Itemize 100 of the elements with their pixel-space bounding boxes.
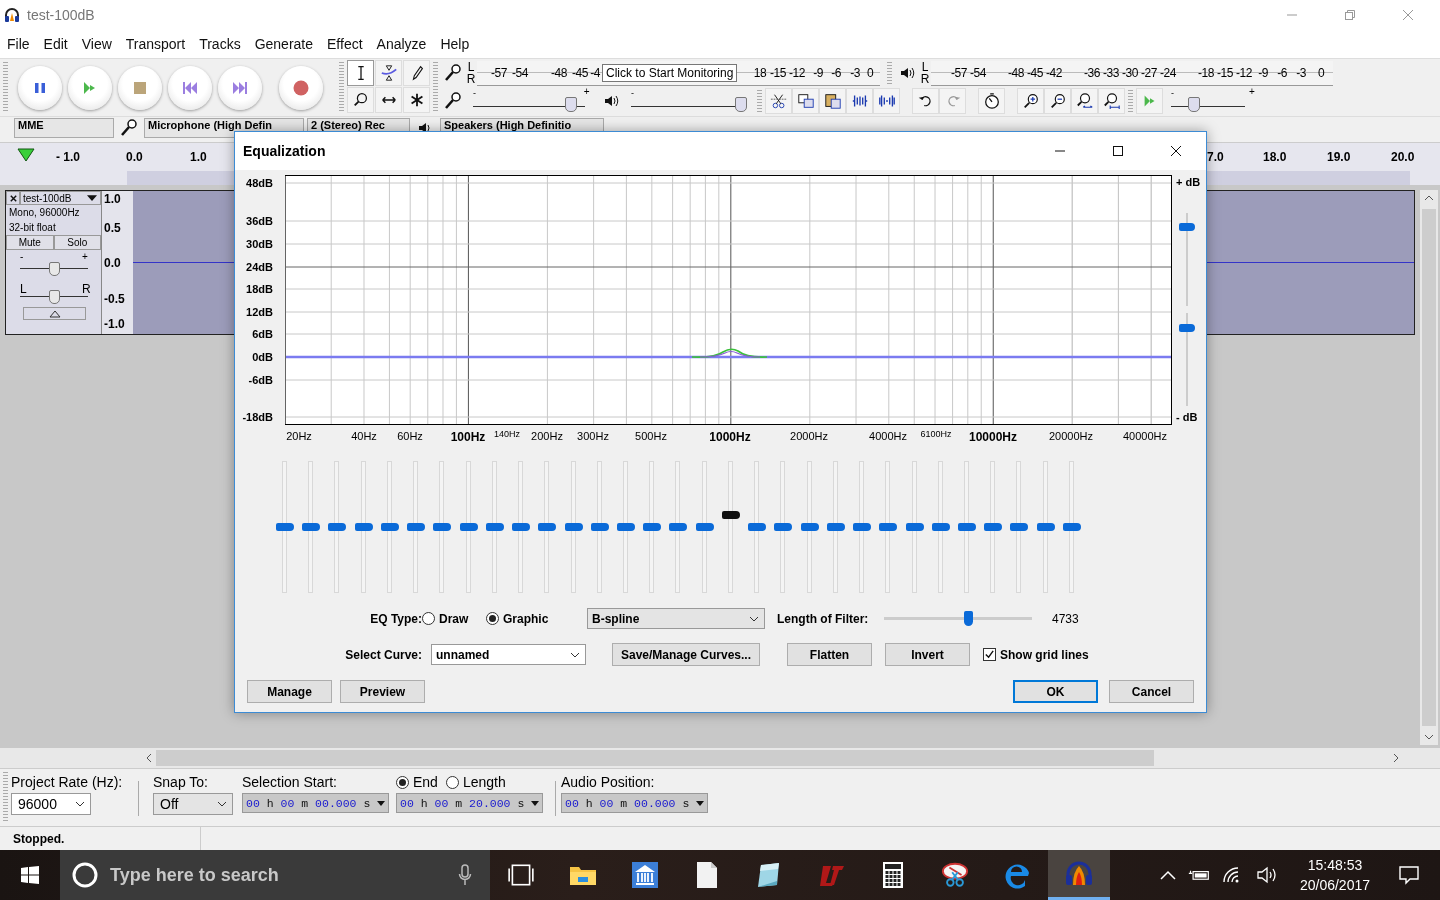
slider-thumb[interactable]: [328, 523, 347, 531]
band-slider[interactable]: [825, 461, 846, 593]
slider-thumb[interactable]: [380, 523, 399, 531]
checkbox[interactable]: [983, 648, 996, 661]
slider-thumb[interactable]: [302, 523, 321, 531]
band-slider[interactable]: [694, 461, 715, 593]
volume-icon[interactable]: [1255, 866, 1278, 884]
radio-label[interactable]: End: [413, 774, 438, 790]
band-slider[interactable]: [379, 461, 400, 593]
slider-thumb[interactable]: [905, 523, 924, 531]
band-slider[interactable]: [432, 461, 453, 593]
interpolation-dropdown[interactable]: B-spline: [587, 608, 765, 629]
slider-thumb[interactable]: [1179, 324, 1195, 333]
slider-thumb[interactable]: [669, 523, 688, 531]
menu-item[interactable]: Help: [433, 36, 477, 52]
fit-project-icon[interactable]: [1098, 88, 1125, 114]
slider-thumb[interactable]: [643, 523, 662, 531]
scissors-icon[interactable]: [765, 88, 792, 114]
slider-thumb[interactable]: [748, 523, 767, 531]
radio-button[interactable]: [486, 612, 499, 625]
vertical-scrollbar[interactable]: [1420, 190, 1438, 745]
microphone-icon[interactable]: [458, 864, 472, 886]
slider-thumb[interactable]: [564, 523, 583, 531]
solo-button[interactable]: Solo: [53, 235, 101, 250]
band-slider[interactable]: [852, 461, 873, 593]
stop-button[interactable]: [118, 65, 162, 110]
band-slider[interactable]: [301, 461, 322, 593]
silence-icon[interactable]: [873, 88, 900, 114]
menu-item[interactable]: Transport: [118, 36, 193, 52]
band-slider[interactable]: [563, 461, 584, 593]
slider-thumb[interactable]: [964, 611, 974, 626]
microphone-icon[interactable]: [443, 91, 463, 111]
mute-button[interactable]: Mute: [6, 235, 54, 250]
slider-thumb[interactable]: [853, 523, 872, 531]
project-rate-dropdown[interactable]: 96000: [11, 793, 91, 815]
maximize-icon[interactable]: [1112, 145, 1124, 157]
fit-selection-icon[interactable]: [1071, 88, 1098, 114]
menu-item[interactable]: Edit: [36, 36, 75, 52]
selection-tool-icon[interactable]: [347, 60, 374, 86]
slider-thumb[interactable]: [49, 290, 60, 304]
band-slider[interactable]: [275, 461, 295, 593]
skip-to-end-button[interactable]: [218, 65, 262, 110]
radio-label[interactable]: Graphic: [503, 611, 549, 626]
time-field[interactable]: 00 h 00 m 20.000 s: [396, 793, 543, 813]
slider-thumb[interactable]: [433, 523, 452, 531]
slider-thumb[interactable]: [512, 523, 531, 531]
slider-thumb[interactable]: [721, 510, 740, 519]
band-slider[interactable]: [537, 461, 558, 593]
timer-icon[interactable]: [978, 88, 1005, 114]
band-slider[interactable]: [484, 461, 505, 593]
zoom-in-icon[interactable]: [1017, 88, 1044, 114]
radio-button[interactable]: [445, 775, 459, 789]
slider-thumb[interactable]: [1188, 97, 1201, 112]
slider-thumb[interactable]: [1179, 223, 1195, 232]
band-slider[interactable]: [511, 461, 532, 593]
slider-thumb[interactable]: [538, 523, 557, 531]
dialog-button[interactable]: Cancel: [1109, 680, 1194, 703]
slider-thumb[interactable]: [931, 523, 950, 531]
search-field[interactable]: Type here to search: [60, 850, 490, 900]
trim-icon[interactable]: [846, 88, 873, 114]
band-slider[interactable]: [799, 461, 820, 593]
scroll-up-icon[interactable]: [1424, 195, 1434, 201]
slider-thumb[interactable]: [1036, 523, 1055, 531]
band-slider[interactable]: [1009, 461, 1030, 593]
band-slider[interactable]: [406, 461, 427, 593]
slider-thumb[interactable]: [49, 262, 60, 276]
notification-icon[interactable]: [1398, 865, 1420, 885]
band-slider[interactable]: [642, 461, 663, 593]
band-slider[interactable]: [458, 461, 479, 593]
radio-label[interactable]: Length: [462, 774, 506, 790]
close-icon[interactable]: [1170, 145, 1182, 157]
scroll-left-icon[interactable]: [146, 753, 152, 763]
menu-item[interactable]: Generate: [247, 36, 321, 52]
zoom-out-icon[interactable]: [1044, 88, 1071, 114]
multi-tool-icon[interactable]: [403, 87, 430, 113]
pencil-icon[interactable]: [403, 60, 430, 86]
undo-icon[interactable]: [912, 88, 939, 114]
dialog-button[interactable]: Manage: [247, 680, 332, 703]
time-field[interactable]: 00 h 00 m 00.000 s: [561, 793, 708, 813]
eq-graph[interactable]: [285, 175, 1172, 425]
menu-item[interactable]: Effect: [320, 36, 370, 52]
band-slider[interactable]: [1061, 461, 1082, 593]
band-slider[interactable]: [720, 461, 741, 593]
checkbox-label[interactable]: Show grid lines: [1000, 647, 1089, 662]
menu-item[interactable]: View: [74, 36, 119, 52]
zoom-tool-icon[interactable]: [347, 87, 374, 113]
menu-item[interactable]: Tracks: [192, 36, 248, 52]
time-field[interactable]: 00 h 00 m 00.000 s: [242, 793, 389, 813]
band-slider[interactable]: [327, 461, 348, 593]
copy-icon[interactable]: [792, 88, 819, 114]
restore-icon[interactable]: [1344, 9, 1356, 21]
pause-button[interactable]: [18, 65, 62, 110]
scroll-right-icon[interactable]: [1393, 753, 1399, 763]
slider-thumb[interactable]: [734, 97, 747, 112]
chevron-up-icon[interactable]: [1159, 870, 1176, 880]
slider-thumb[interactable]: [695, 523, 714, 531]
curve-dropdown[interactable]: unnamed: [431, 644, 586, 665]
slider-thumb[interactable]: [565, 97, 578, 112]
track-name-menu[interactable]: test-100dB: [20, 191, 101, 205]
band-slider[interactable]: [668, 461, 689, 593]
